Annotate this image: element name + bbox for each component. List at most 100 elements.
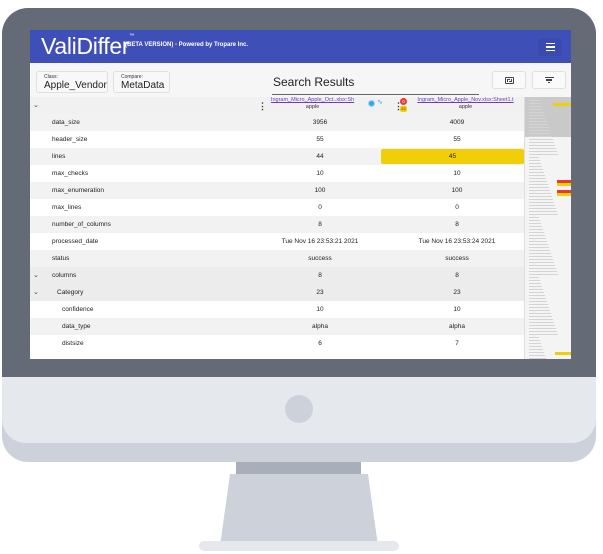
minimap-line (529, 208, 556, 209)
row-value-1: 10 (316, 170, 324, 177)
warning-count-badge[interactable]: 22 (400, 106, 407, 112)
row-key: lines (52, 153, 66, 160)
minimap-line (529, 337, 539, 338)
minimap-line (529, 277, 539, 278)
row-value-1: 23 (316, 289, 324, 296)
app-tagline: (BETA VERSION) - Powered by Tropare Inc. (125, 42, 249, 48)
row-value-2: 8 (455, 272, 459, 279)
compare-selector[interactable]: Compare: MetaData (113, 71, 170, 93)
row-value-1: 44 (316, 153, 324, 160)
table-row: lines 44 45 (30, 148, 524, 165)
row-value-1: 6 (318, 340, 322, 347)
minimap-line (529, 196, 552, 197)
minimap-line (529, 331, 557, 332)
minimap-line (529, 202, 554, 203)
minimap-line (529, 355, 545, 356)
table-row: max_lines 0 0 (30, 199, 524, 216)
minimap-line (529, 310, 550, 311)
minimap-line (529, 136, 552, 137)
row-value-1: 8 (318, 272, 322, 279)
stand-neck-shadow (236, 462, 361, 474)
expand-button[interactable] (492, 71, 526, 89)
comparison-table: ⌄ ⋮ Ingram_Micro_Apple_Oct..xlsx:Sh appl… (30, 97, 524, 352)
minimap-line (529, 172, 544, 173)
minimap-line (529, 292, 544, 293)
minimap-line (529, 187, 549, 188)
minimap-line (529, 106, 542, 107)
minimap-line (529, 118, 546, 119)
table-row[interactable]: ⌄ columns 8 8 (30, 267, 524, 284)
chevron-down-icon[interactable]: ⌄ (33, 271, 39, 279)
minimap-line (529, 160, 540, 161)
minimap-line (529, 130, 550, 131)
monitor-logo-dot (285, 395, 313, 423)
minimap-line (529, 352, 544, 353)
minimap-line (529, 322, 554, 323)
minimap-line (529, 133, 551, 134)
minimap-line (529, 265, 555, 266)
minimap-line (529, 244, 548, 245)
table-header-row: ⌄ ⋮ Ingram_Micro_Apple_Oct..xlsx:Sh appl… (30, 97, 524, 114)
minimap-line (529, 124, 548, 125)
row-value-2: success (445, 255, 469, 262)
table-row[interactable]: ⌄ Category 23 23 (30, 284, 524, 301)
app-header: ValiDiffer™ (BETA VERSION) - Powered by … (30, 30, 571, 63)
minimap-line (529, 238, 546, 239)
minimap-line (529, 304, 548, 305)
minimap-scrollbar[interactable] (524, 97, 571, 359)
table-row: data_type alpha alpha (30, 318, 524, 335)
search-results-title: Search Results (273, 75, 355, 89)
minimap-line (529, 280, 540, 281)
column-2-file-link[interactable]: Ingram_Micro_Apple_Nov.xlsx:Sheet1.t (407, 97, 524, 103)
minimap-line (529, 349, 543, 350)
row-key: Category (57, 289, 84, 296)
minimap-line (529, 127, 549, 128)
chevron-down-icon[interactable]: ⌄ (33, 101, 39, 109)
minimap-line (529, 100, 540, 101)
minimap-line (529, 115, 545, 116)
table-row: processed_date Tue Nov 16 23:53:21 2021 Tu… (30, 233, 524, 250)
stand-neck (220, 474, 378, 546)
minimap-line (529, 142, 554, 143)
error-count-badge[interactable]: 0 (400, 98, 407, 105)
minimap-line (529, 328, 556, 329)
minimap-line (529, 307, 549, 308)
info-icon[interactable] (368, 100, 375, 107)
minimap-line (529, 247, 549, 248)
minimap-line (529, 214, 558, 215)
row-key: confidence (62, 306, 94, 313)
minimap-line (529, 250, 550, 251)
row-value-1: alpha (312, 323, 328, 330)
chevron-down-icon[interactable]: ⌄ (33, 288, 39, 296)
minimap-line (529, 223, 541, 224)
minimap-line (529, 295, 545, 296)
stand-base (199, 541, 399, 551)
column-2-subtitle: apple (458, 104, 473, 110)
minimap-line (529, 316, 552, 317)
sparkline-icon[interactable]: ∿ (377, 98, 383, 106)
row-value-1: Tue Nov 16 23:53:21 2021 (281, 238, 359, 245)
minimap-line (529, 343, 541, 344)
filter-button[interactable] (532, 71, 566, 89)
column-1-more-icon[interactable]: ⋮ (258, 102, 267, 111)
class-selector[interactable]: Class: Apple_Vendor (36, 71, 108, 93)
row-key: distsize (62, 340, 84, 347)
table-row: max_enumeration 100 100 (30, 182, 524, 199)
hamburger-icon (545, 46, 555, 48)
minimap-line (529, 178, 546, 179)
row-value-2-changed: 45 (381, 149, 524, 164)
row-value-2: 10 (453, 306, 461, 313)
row-value-1: 55 (316, 136, 324, 143)
table-row: number_of_columns 8 8 (30, 216, 524, 233)
row-key: header_size (52, 136, 88, 143)
table-row: data_size 3956 4009 (30, 114, 524, 131)
row-value-1: 3956 (312, 119, 328, 126)
minimap-line (529, 235, 545, 236)
table-body: data_size 3956 4009 header_size 55 55 lines 44 4… (30, 114, 524, 352)
trademark: ™ (129, 33, 134, 39)
hamburger-menu-button[interactable] (538, 38, 562, 56)
minimap-line (529, 319, 553, 320)
column-1-file-link[interactable]: Ingram_Micro_Apple_Oct..xlsx:Sh (267, 97, 358, 103)
class-value: Apple_Vendor (44, 80, 107, 91)
minimap-line (529, 241, 547, 242)
